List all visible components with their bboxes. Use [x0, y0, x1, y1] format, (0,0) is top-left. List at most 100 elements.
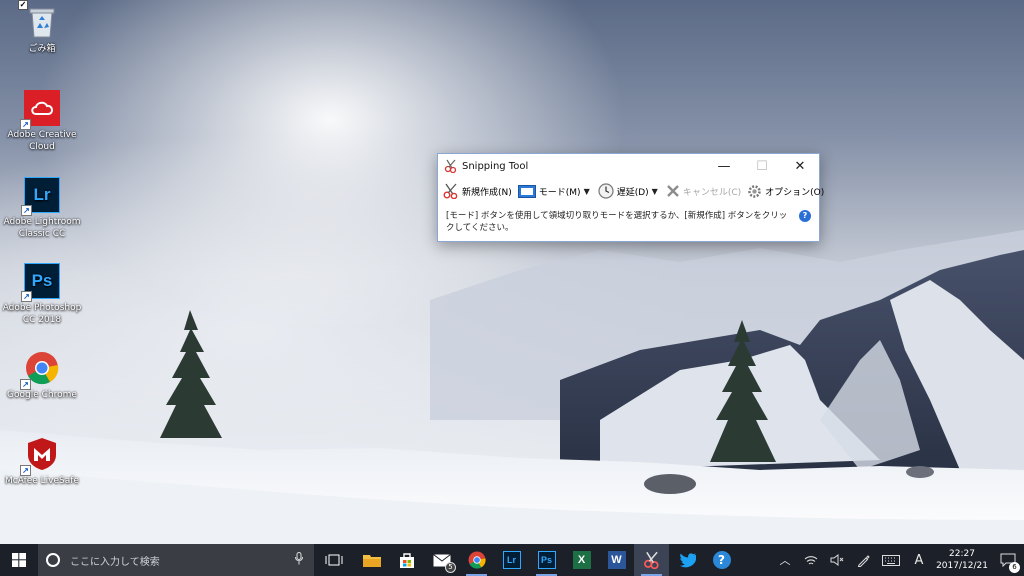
- shortcut-arrow-icon: ↗: [21, 291, 32, 302]
- desktop-icon-creative-cloud[interactable]: ↗ Adobe Creative Cloud: [0, 90, 84, 153]
- taskbar-snipping-tool[interactable]: [634, 544, 669, 576]
- clock-time: 22:27: [949, 549, 975, 559]
- minimize-icon: —: [717, 158, 731, 174]
- maximize-button[interactable]: ☐: [743, 154, 781, 178]
- title-bar[interactable]: Snipping Tool — ☐ ✕: [438, 154, 819, 178]
- touch-keyboard-button[interactable]: [876, 544, 906, 576]
- window-title: Snipping Tool: [462, 160, 529, 172]
- hint-area: [モード] ボタンを使用して領域切り取りモードを選択するか、[新規作成] ボタン…: [438, 204, 819, 234]
- wallpaper-mountains: [0, 230, 1024, 544]
- desktop-icon-photoshop[interactable]: Ps ↗ Adobe Photoshop CC 2018: [0, 263, 84, 326]
- keyboard-icon: [882, 554, 900, 566]
- volume-muted-icon: [830, 554, 844, 566]
- mode-rectangle-icon: [517, 184, 536, 198]
- minimize-button[interactable]: —: [705, 154, 743, 178]
- new-snip-label: 新規作成(N): [462, 187, 512, 198]
- delay-label: 遅延(D): [616, 187, 649, 198]
- clock-date: 2017/12/21: [936, 561, 988, 571]
- taskbar: ここに入力して検索 5 Lr Ps X W ? ︿ A 22:27 2017/1…: [0, 544, 1024, 576]
- hint-text: [モード] ボタンを使用して領域切り取りモードを選択するか、[新規作成] ボタン…: [446, 211, 788, 233]
- lightroom-icon: Lr ↗: [21, 177, 60, 216]
- help-icon: ?: [712, 551, 731, 569]
- shortcut-arrow-icon: ↗: [21, 205, 32, 216]
- taskbar-chrome[interactable]: [459, 544, 494, 576]
- delay-button[interactable]: 遅延(D) ▼: [595, 180, 663, 202]
- system-tray: ︿ A 22:27 2017/12/21 6: [772, 544, 1024, 576]
- delay-dropdown-arrow-icon[interactable]: ▼: [652, 187, 658, 196]
- options-button[interactable]: オプション(O): [744, 180, 827, 202]
- chrome-icon: [468, 551, 486, 569]
- help-icon[interactable]: ?: [799, 210, 811, 222]
- pen-workspace-button[interactable]: [850, 544, 876, 576]
- start-button[interactable]: [0, 544, 38, 576]
- cancel-label: キャンセル(C): [682, 187, 742, 198]
- desktop-icon-lightroom[interactable]: Lr ↗ Adobe Lightroom Classic CC: [0, 177, 84, 240]
- action-center-button[interactable]: 6: [992, 544, 1024, 576]
- taskbar-photoshop[interactable]: Ps: [529, 544, 564, 576]
- microphone-icon[interactable]: [284, 552, 314, 568]
- mode-label: モード(M): [538, 187, 581, 198]
- options-label: オプション(O): [765, 187, 825, 198]
- ime-label: A: [914, 552, 924, 568]
- lightroom-glyph: Lr: [33, 185, 51, 204]
- chevron-up-icon: ︿: [779, 554, 791, 567]
- mode-button[interactable]: モード(M) ▼: [515, 180, 595, 202]
- search-placeholder: ここに入力して検索: [70, 556, 160, 568]
- close-button[interactable]: ✕: [781, 154, 819, 178]
- ime-mode-button[interactable]: A: [906, 544, 932, 576]
- desktop-icon-label: ごみ箱: [28, 44, 56, 54]
- cortana-circle-icon: [46, 553, 60, 567]
- snipping-tool-icon: [643, 551, 659, 569]
- clock-icon: [598, 183, 614, 199]
- chrome-icon: ↗: [20, 350, 60, 390]
- cortana-search-box[interactable]: ここに入力して検索: [38, 544, 314, 576]
- lightroom-icon: Lr: [502, 551, 521, 569]
- creative-cloud-icon: ↗: [20, 90, 60, 130]
- cancel-button[interactable]: キャンセル(C): [663, 180, 744, 202]
- twitter-bird-icon: [679, 552, 696, 567]
- desktop-icon-label: Adobe Lightroom Classic CC: [3, 217, 81, 239]
- taskbar-get-help[interactable]: ?: [704, 544, 739, 576]
- taskbar-file-explorer[interactable]: [354, 544, 389, 576]
- pen-icon: [857, 554, 870, 567]
- desktop-icon-chrome[interactable]: ↗ Google Chrome: [0, 350, 84, 401]
- scissors-icon: [443, 183, 459, 199]
- taskbar-store[interactable]: [389, 544, 424, 576]
- desktop-icon-label: Google Chrome: [7, 390, 77, 400]
- maximize-icon: ☐: [756, 158, 768, 174]
- cancel-x-icon: [666, 184, 680, 198]
- taskbar-excel[interactable]: X: [564, 544, 599, 576]
- notification-badge: 6: [1009, 562, 1020, 573]
- shortcut-arrow-icon: ↗: [20, 465, 31, 476]
- task-view-button[interactable]: [314, 544, 354, 576]
- taskbar-lightroom[interactable]: Lr: [494, 544, 529, 576]
- network-button[interactable]: [798, 544, 824, 576]
- wifi-icon: [804, 556, 818, 565]
- snipping-tool-window[interactable]: Snipping Tool — ☐ ✕ 新規作成(N) モード(M) ▼ 遅延(…: [437, 153, 824, 242]
- mcafee-icon: ↗: [20, 436, 60, 476]
- taskbar-mail[interactable]: 5: [424, 544, 459, 576]
- taskbar-word[interactable]: W: [599, 544, 634, 576]
- taskbar-twitter[interactable]: [669, 544, 704, 576]
- task-view-icon: [325, 554, 343, 566]
- excel-icon: X: [572, 551, 591, 569]
- toolbar: 新規作成(N) モード(M) ▼ 遅延(D) ▼ キャンセル(C) オプション(…: [438, 178, 824, 204]
- volume-button[interactable]: [824, 544, 850, 576]
- photoshop-icon: Ps ↗: [21, 263, 60, 302]
- desktop: ✓ ごみ箱 ↗ Adobe Creative Cloud Lr ↗ Adobe …: [0, 0, 1024, 544]
- photoshop-glyph: Ps: [31, 271, 53, 290]
- desktop-icon-recycle-bin[interactable]: ✓ ごみ箱: [0, 0, 84, 55]
- desktop-icon-mcafee[interactable]: ↗ McAfee LiveSafe: [0, 436, 84, 487]
- clock[interactable]: 22:27 2017/12/21: [932, 548, 992, 572]
- shortcut-arrow-icon: ↗: [20, 119, 31, 130]
- shortcut-arrow-icon: ↗: [20, 379, 31, 390]
- new-snip-button[interactable]: 新規作成(N): [440, 180, 515, 202]
- word-icon: W: [607, 551, 626, 569]
- show-hidden-icons-button[interactable]: ︿: [772, 544, 798, 576]
- snipping-tool-icon: [444, 159, 458, 174]
- mode-dropdown-arrow-icon[interactable]: ▼: [584, 187, 590, 196]
- desktop-icon-label: Adobe Creative Cloud: [7, 130, 77, 152]
- folder-icon: [362, 555, 381, 567]
- photoshop-icon: Ps: [537, 551, 556, 569]
- recycle-bin-icon: ✓: [18, 0, 60, 40]
